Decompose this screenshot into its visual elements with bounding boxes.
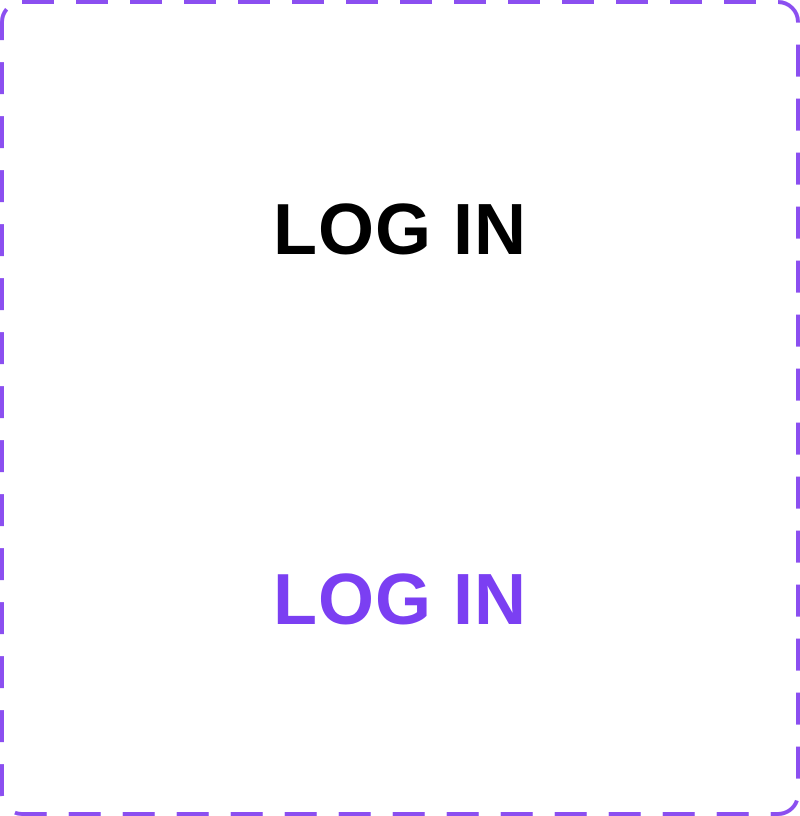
login-button-hover[interactable]: LOG IN [0,560,800,640]
component-variants-frame: LOG IN LOG IN [0,0,800,816]
login-button-default[interactable]: LOG IN [0,190,800,270]
dashed-border [0,0,800,816]
